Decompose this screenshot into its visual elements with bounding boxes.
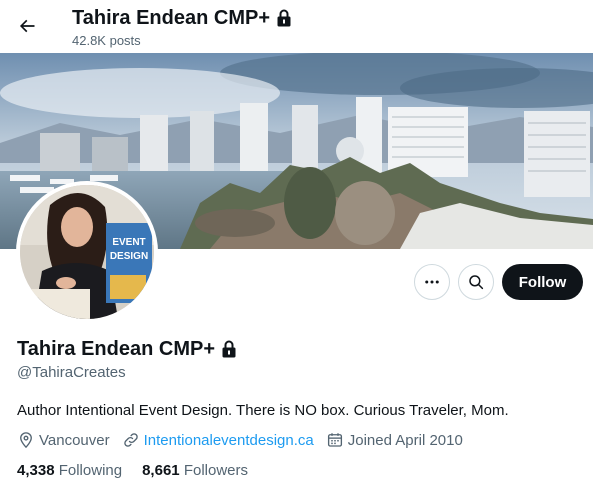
more-horizontal-icon: [425, 280, 439, 284]
followers-link[interactable]: 8,661 Followers: [142, 461, 248, 481]
followers-count: 8,661: [142, 462, 180, 479]
link-icon: [123, 433, 138, 447]
profile-meta: Vancouver Intentionaleventdesign.ca Join…: [17, 430, 475, 450]
calendar-icon: [327, 433, 342, 447]
joined-item: Joined April 2010: [326, 431, 463, 449]
avatar-book-title-2: DESIGN: [110, 251, 148, 262]
search-icon: [469, 275, 484, 290]
followers-label: Followers: [183, 462, 248, 479]
follow-button[interactable]: Follow: [502, 264, 583, 300]
following-label: Following: [58, 462, 123, 479]
avatar-book-title-1: EVENT: [112, 237, 145, 248]
following-count: 4,338: [17, 462, 55, 479]
profile-bio: Author Intentional Event Design. There i…: [17, 402, 509, 419]
following-link[interactable]: 4,338 Following: [17, 461, 122, 481]
profile-stats: 4,338 Following 8,661 Followers: [17, 461, 268, 481]
profile-header-bar: Tahira Endean CMP+ 42.8K posts: [0, 0, 593, 53]
website-link[interactable]: Intentionaleventdesign.ca: [144, 432, 314, 449]
joined-text: Joined April 2010: [347, 431, 463, 449]
avatar[interactable]: EVENT DESIGN: [16, 181, 158, 323]
location-item: Vancouver: [17, 431, 110, 449]
more-button[interactable]: [414, 264, 450, 300]
website-item: Intentionaleventdesign.ca: [122, 431, 314, 449]
arrow-left-icon: [19, 19, 35, 33]
profile-display-name: Tahira Endean CMP+: [17, 337, 237, 361]
back-button[interactable]: [10, 9, 44, 43]
profile-handle: @TahiraCreates: [17, 364, 126, 381]
lock-icon: [277, 9, 291, 27]
lock-icon: [222, 340, 236, 358]
post-count: 42.8K posts: [72, 33, 141, 48]
header-name-text: Tahira Endean CMP+: [72, 7, 271, 29]
header-title: Tahira Endean CMP+: [72, 6, 292, 30]
search-posts-button[interactable]: [458, 264, 494, 300]
profile-name-text: Tahira Endean CMP+: [17, 338, 216, 360]
location-pin-icon: [20, 432, 32, 449]
location-text: Vancouver: [39, 431, 110, 449]
